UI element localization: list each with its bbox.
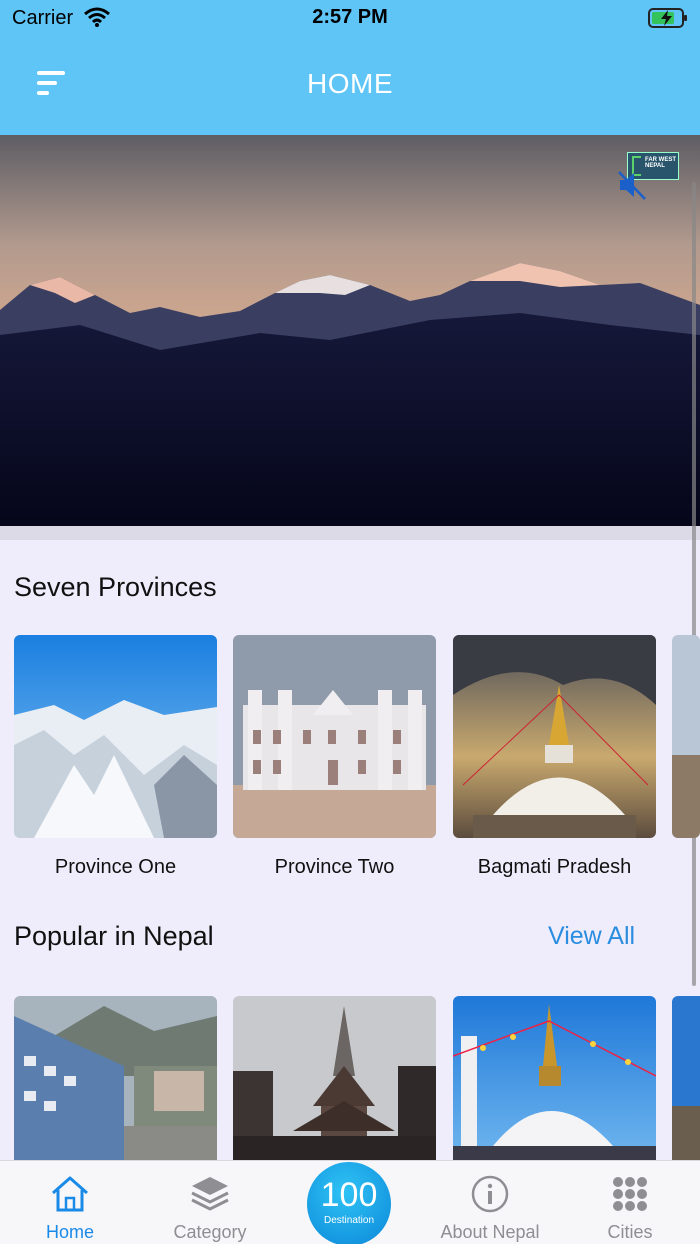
top-bar: Carrier 2:57 PM HOME (0, 0, 700, 135)
province-card[interactable] (453, 635, 656, 838)
destination-100-button[interactable]: 100 Destination (307, 1162, 391, 1244)
page-title: HOME (307, 68, 393, 99)
battery-charging-icon (648, 8, 687, 28)
destination-count: 100 (320, 1176, 378, 1214)
tab-about-nepal-label: About Nepal (440, 1222, 540, 1242)
divider (0, 526, 700, 540)
tab-category[interactable]: Category (140, 1161, 280, 1244)
layers-icon (191, 1177, 229, 1211)
province-label: Bagmati Pradesh (477, 856, 632, 878)
tab-cities[interactable]: Cities (560, 1161, 700, 1244)
mountain-scene-image (0, 135, 700, 526)
destination-label: Destination (323, 1215, 375, 1226)
seven-provinces-title: Seven Provinces (14, 572, 217, 602)
tab-home[interactable]: Home (0, 1161, 140, 1244)
tab-category-label: Category (173, 1222, 247, 1242)
popular-card-partial[interactable] (672, 996, 700, 1160)
speaker-muted-icon[interactable] (616, 168, 648, 202)
temple-square-image (233, 996, 436, 1160)
province-card[interactable] (233, 635, 436, 838)
popular-image-partial (672, 996, 700, 1160)
janaki-temple-image (233, 635, 436, 838)
popular-in-nepal-title: Popular in Nepal (14, 921, 214, 951)
popular-card[interactable] (14, 996, 217, 1160)
scrollbar[interactable] (692, 182, 696, 986)
status-time: 2:57 PM (312, 6, 388, 28)
province-card-partial[interactable] (672, 635, 700, 838)
town-building-image (14, 996, 217, 1160)
hero-video[interactable]: FAR WEST NEPAL (0, 135, 700, 526)
tab-cities-label: Cities (607, 1222, 653, 1242)
home-icon (52, 1176, 88, 1212)
swayambhu-stupa-image (453, 996, 656, 1160)
snow-mountain-image (14, 635, 217, 838)
popular-card[interactable] (453, 996, 656, 1160)
info-icon (471, 1175, 509, 1213)
province-label: Province Two (274, 856, 395, 878)
status-bar: Carrier 2:57 PM (0, 0, 700, 36)
boudhanath-stupa-image (453, 635, 656, 838)
tab-home-label: Home (45, 1222, 94, 1242)
province-label: Province One (54, 856, 177, 878)
grid-icon (613, 1177, 647, 1211)
tab-about-nepal[interactable]: About Nepal (420, 1161, 560, 1244)
province-card[interactable] (14, 635, 217, 838)
view-all-link[interactable]: View All (548, 922, 635, 951)
province-image-partial (672, 635, 700, 838)
popular-card[interactable] (233, 996, 436, 1160)
